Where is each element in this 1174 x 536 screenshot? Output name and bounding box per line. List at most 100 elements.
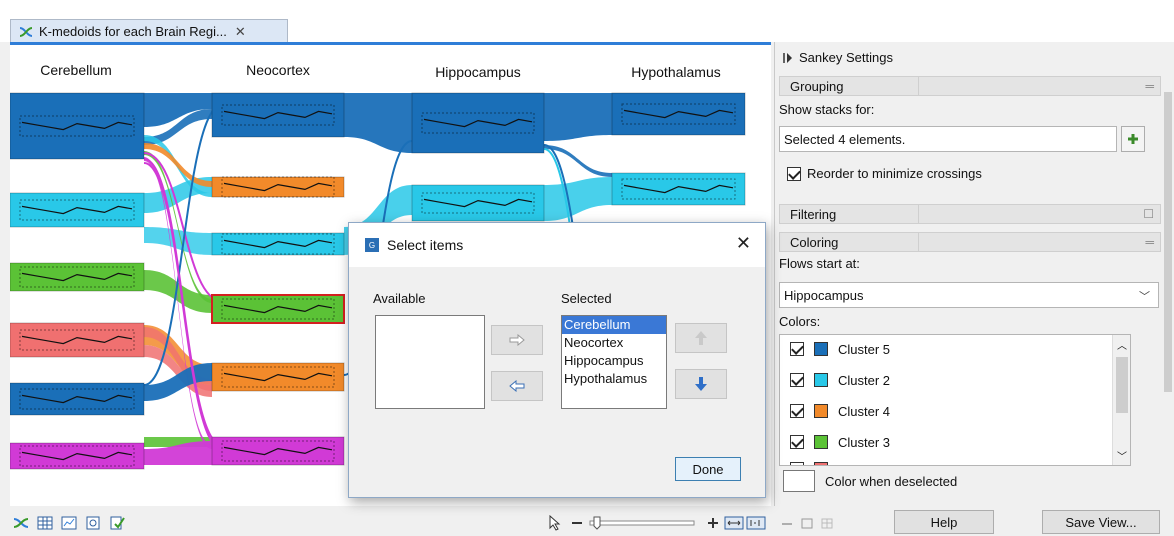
selected-label: Selected bbox=[561, 291, 612, 306]
sankey-node[interactable] bbox=[611, 92, 746, 136]
app-icon: G bbox=[365, 238, 379, 252]
header-separator bbox=[918, 205, 919, 223]
collapse-panel-icon[interactable] bbox=[783, 52, 793, 64]
colors-list[interactable]: Cluster 5 Cluster 2 Cluster 4 Cluster 3 … bbox=[779, 334, 1131, 466]
move-right-button[interactable] bbox=[491, 325, 543, 355]
pointer-icon[interactable] bbox=[546, 514, 564, 532]
sankey-node[interactable] bbox=[10, 382, 145, 416]
reorder-checkbox-row[interactable]: Reorder to minimize crossings bbox=[787, 166, 982, 181]
list-item[interactable]: Neocortex bbox=[562, 334, 666, 352]
sankey-flow[interactable] bbox=[544, 177, 612, 221]
move-left-button[interactable] bbox=[491, 371, 543, 401]
column-header-neocortex: Neocortex bbox=[246, 62, 310, 78]
workflow-icon[interactable] bbox=[108, 514, 126, 532]
coloring-section-header[interactable]: Coloring ═ bbox=[779, 232, 1161, 252]
sankey-node[interactable] bbox=[411, 92, 545, 154]
column-header-hippocampus: Hippocampus bbox=[435, 64, 521, 80]
move-up-button[interactable] bbox=[675, 323, 727, 353]
sankey-icon bbox=[19, 26, 33, 37]
sankey-node[interactable] bbox=[10, 192, 145, 228]
list-item[interactable]: Cluster 5 bbox=[790, 339, 890, 359]
scroll-up-icon[interactable]: ︿ bbox=[1117, 337, 1127, 352]
table-view-icon[interactable] bbox=[36, 514, 54, 532]
cluster-checkbox[interactable] bbox=[790, 435, 804, 449]
move-down-button[interactable] bbox=[675, 369, 727, 399]
sankey-node[interactable] bbox=[211, 232, 345, 256]
sankey-node[interactable] bbox=[211, 176, 345, 198]
list-scrollbar[interactable]: ︿ ﹀ bbox=[1112, 335, 1130, 465]
filtering-header-label: Filtering bbox=[790, 206, 837, 222]
graph-view-icon[interactable] bbox=[60, 514, 78, 532]
scroll-thumb[interactable] bbox=[1116, 357, 1128, 413]
zoom-in-icon[interactable] bbox=[704, 514, 722, 532]
flows-start-label: Flows start at: bbox=[779, 256, 860, 271]
sankey-flow[interactable] bbox=[144, 227, 212, 255]
dock-icon[interactable] bbox=[818, 514, 836, 532]
list-item[interactable]: Cluster 2 bbox=[790, 370, 890, 390]
list-item[interactable]: Cluster 3 bbox=[790, 432, 890, 452]
cluster-checkbox[interactable] bbox=[790, 404, 804, 418]
color-swatch[interactable] bbox=[814, 404, 828, 418]
panel-scroll-thumb[interactable] bbox=[1164, 92, 1172, 392]
flows-start-select[interactable]: Hippocampus ﹀ bbox=[779, 282, 1159, 308]
sankey-flow[interactable] bbox=[344, 93, 412, 153]
maximize-icon[interactable] bbox=[798, 514, 816, 532]
grouping-section-header[interactable]: Grouping ═ bbox=[779, 76, 1161, 96]
sankey-view-icon[interactable] bbox=[12, 514, 30, 532]
arrow-up-icon bbox=[695, 331, 707, 345]
fit-width-icon[interactable] bbox=[724, 514, 744, 532]
expand-icon[interactable]: ☐ bbox=[1143, 207, 1154, 221]
cluster-checkbox[interactable] bbox=[790, 373, 804, 387]
selected-list[interactable]: Cerebellum Neocortex Hippocampus Hypotha… bbox=[561, 315, 667, 409]
select-items-dialog: G Select items ✕ Available Selected Cere… bbox=[348, 222, 766, 498]
filtering-section-header[interactable]: Filtering ☐ bbox=[779, 204, 1161, 224]
show-stacks-field[interactable]: Selected 4 elements. bbox=[779, 126, 1117, 152]
help-button[interactable]: Help bbox=[894, 510, 994, 534]
sankey-flow[interactable] bbox=[544, 93, 612, 141]
list-item[interactable] bbox=[790, 459, 828, 465]
list-item[interactable]: Cluster 4 bbox=[790, 401, 890, 421]
history-icon[interactable] bbox=[84, 514, 102, 532]
color-swatch[interactable] bbox=[814, 435, 828, 449]
settings-panel: Sankey Settings Grouping ═ Show stacks f… bbox=[774, 42, 1162, 506]
zoom-100-icon[interactable] bbox=[746, 514, 766, 532]
editor-tab[interactable]: K-medoids for each Brain Regi... ✕ bbox=[10, 19, 288, 43]
plus-icon bbox=[1128, 134, 1138, 144]
list-item[interactable]: Cerebellum bbox=[562, 316, 666, 334]
color-swatch[interactable] bbox=[814, 342, 828, 356]
sankey-node[interactable] bbox=[411, 184, 545, 222]
minimize-icon[interactable] bbox=[778, 514, 796, 532]
cluster-checkbox[interactable] bbox=[790, 462, 804, 465]
panel-title[interactable]: Sankey Settings bbox=[783, 50, 893, 65]
list-item[interactable]: Hippocampus bbox=[562, 352, 666, 370]
add-stack-button[interactable] bbox=[1121, 126, 1145, 152]
zoom-slider[interactable] bbox=[586, 514, 698, 532]
sankey-node[interactable] bbox=[611, 172, 746, 206]
chevron-down-icon: ﹀ bbox=[1139, 291, 1150, 303]
reorder-checkbox[interactable] bbox=[787, 166, 801, 181]
sankey-node[interactable] bbox=[211, 92, 345, 138]
sankey-node[interactable] bbox=[10, 322, 145, 358]
close-icon[interactable]: ✕ bbox=[235, 24, 246, 40]
zoom-out-icon[interactable] bbox=[568, 514, 586, 532]
list-item[interactable]: Hypothalamus bbox=[562, 370, 666, 388]
panel-scrollbar[interactable] bbox=[1162, 74, 1174, 506]
close-icon[interactable]: ✕ bbox=[736, 233, 751, 254]
collapse-icon[interactable]: ═ bbox=[1145, 79, 1154, 93]
scroll-down-icon[interactable]: ﹀ bbox=[1117, 448, 1127, 463]
color-swatch[interactable] bbox=[814, 373, 828, 387]
sankey-node[interactable] bbox=[10, 92, 145, 160]
collapse-icon[interactable]: ═ bbox=[1145, 235, 1154, 249]
save-view-button[interactable]: Save View... bbox=[1042, 510, 1160, 534]
deselected-color-label: Color when deselected bbox=[825, 473, 958, 489]
dialog-titlebar: G Select items ✕ bbox=[349, 223, 765, 267]
column-header-cerebellum: Cerebellum bbox=[40, 62, 112, 78]
cluster-checkbox[interactable] bbox=[790, 342, 804, 356]
color-swatch[interactable] bbox=[814, 462, 828, 465]
sankey-node[interactable] bbox=[10, 442, 145, 470]
sankey-flow[interactable] bbox=[544, 145, 612, 177]
done-button[interactable]: Done bbox=[675, 457, 741, 481]
deselected-color-swatch[interactable] bbox=[783, 470, 815, 492]
available-list[interactable] bbox=[375, 315, 485, 409]
grouping-header-label: Grouping bbox=[790, 78, 844, 94]
